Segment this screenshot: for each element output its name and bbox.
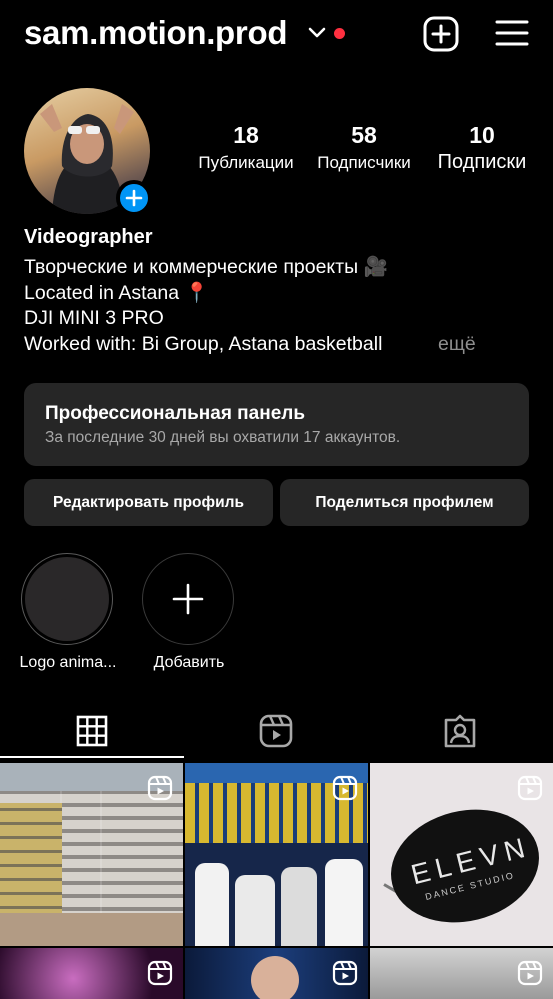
new-highlight-label: Добавить <box>153 654 225 671</box>
tab-reels[interactable] <box>184 706 368 756</box>
chevron-down-icon[interactable] <box>308 26 326 40</box>
bio-line: Located in Astana 📍 <box>24 282 209 304</box>
highlight-cover <box>25 557 109 641</box>
profile-category: Videographer <box>24 226 153 248</box>
hamburger-menu-icon[interactable] <box>495 18 529 48</box>
highlight-label: Logo anima... <box>19 654 117 671</box>
new-highlight-button[interactable] <box>142 553 234 645</box>
post-tile[interactable] <box>0 763 183 946</box>
following-count: 10 <box>469 122 495 148</box>
dashboard-title: Профессиональная панель <box>45 403 306 424</box>
post-tile[interactable]: ELEVN DANCE STUDIO <box>370 763 553 946</box>
stat-posts[interactable]: 18 Публикации <box>190 122 302 173</box>
reel-badge-icon <box>332 960 358 986</box>
share-profile-button[interactable]: Поделиться профилем <box>280 479 529 526</box>
reels-icon <box>259 714 293 748</box>
tab-tagged[interactable] <box>368 706 552 756</box>
profile-tabs <box>0 706 553 758</box>
reel-badge-icon <box>517 960 543 986</box>
bio-line: DJI MINI 3 PRO <box>24 307 164 329</box>
tagged-icon <box>444 714 476 748</box>
edit-profile-button[interactable]: Редактировать профиль <box>24 479 273 526</box>
bio-line: Творческие и коммерческие проекты 🎥 <box>24 256 388 278</box>
followers-count: 58 <box>351 122 377 148</box>
tab-posts-grid[interactable] <box>0 706 184 758</box>
professional-dashboard[interactable]: Профессиональная панель За последние 30 … <box>24 383 529 466</box>
posts-count: 18 <box>233 122 259 148</box>
post-tile[interactable] <box>185 948 368 999</box>
reel-badge-icon <box>147 775 173 801</box>
add-story-button[interactable] <box>116 180 152 216</box>
reel-badge-icon <box>332 775 358 801</box>
reel-badge-icon <box>147 960 173 986</box>
plus-icon <box>172 583 204 615</box>
post-tile[interactable] <box>370 948 553 999</box>
reel-badge-icon <box>517 775 543 801</box>
create-post-icon[interactable] <box>423 16 459 52</box>
following-label: Подписки <box>437 151 527 173</box>
stat-following[interactable]: 10 Подписки <box>428 122 536 174</box>
plus-icon <box>125 189 143 207</box>
profile-username[interactable]: sam.motion.prod <box>24 14 287 52</box>
bio-line: Worked with: Bi Group, Astana basketball <box>24 333 383 355</box>
post-tile[interactable] <box>185 763 368 946</box>
posts-label: Публикации <box>198 153 294 172</box>
post-tile[interactable] <box>0 948 183 999</box>
grid-icon <box>76 715 108 747</box>
story-highlight[interactable] <box>21 553 113 645</box>
stat-followers[interactable]: 58 Подписчики <box>308 122 420 173</box>
dashboard-subtitle: За последние 30 дней вы охватили 17 акка… <box>45 429 401 446</box>
bio-more-link[interactable]: ещё <box>438 333 476 356</box>
followers-label: Подписчики <box>317 153 411 172</box>
notification-dot <box>334 28 345 39</box>
